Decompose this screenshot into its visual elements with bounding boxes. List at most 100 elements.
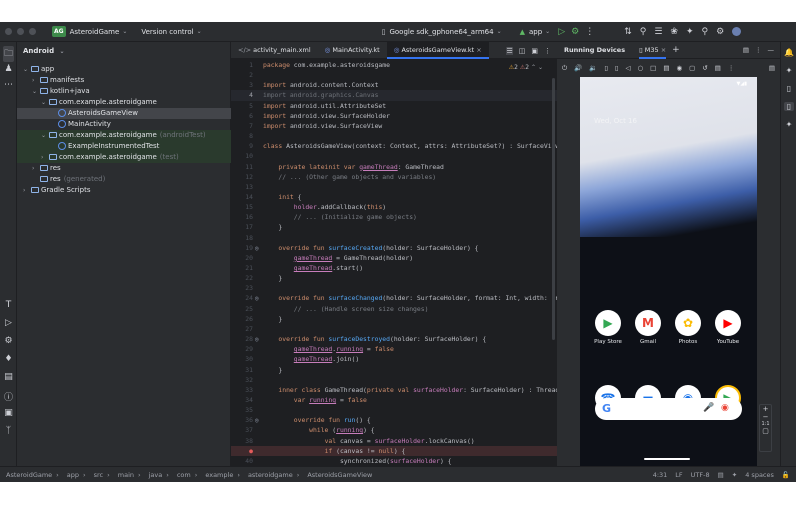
editor-tab[interactable]: </> activity_main.xml xyxy=(231,42,318,59)
tree-item[interactable]: ⌄ kotlin+java xyxy=(17,86,231,97)
volume-down-icon[interactable]: 🔉 xyxy=(589,64,597,72)
line-number[interactable]: 23 xyxy=(231,283,255,293)
line-number[interactable]: 16 xyxy=(231,212,255,222)
problems-icon[interactable]: ⓘ xyxy=(3,390,14,403)
line-number[interactable]: 30 xyxy=(231,354,255,364)
tree-item[interactable]: MainActivity xyxy=(17,119,231,130)
sparkle-icon[interactable]: ✦ xyxy=(784,120,794,129)
volume-up-icon[interactable]: 🔊 xyxy=(574,64,582,72)
gesture-handle[interactable] xyxy=(644,458,690,460)
line-number[interactable]: 25 xyxy=(231,304,255,314)
window-minimize-button[interactable] xyxy=(17,28,24,35)
lock-icon[interactable]: 🔓 xyxy=(782,471,790,479)
tree-item[interactable]: res (generated) xyxy=(17,174,231,185)
build-hammer-icon[interactable]: T xyxy=(3,300,14,310)
line-number[interactable]: 1 xyxy=(231,60,255,70)
gear-icon[interactable]: ⚙ xyxy=(716,27,724,37)
line-separator[interactable]: LF xyxy=(675,471,682,479)
tree-item[interactable]: ExampleInstrumentedTest xyxy=(17,141,231,152)
line-number[interactable]: 2 xyxy=(231,70,255,80)
more-icon[interactable]: ⋮ xyxy=(755,46,762,54)
line-number[interactable]: 13 xyxy=(231,182,255,192)
app-play-store[interactable]: ▶ Play Store xyxy=(588,310,628,345)
breadcrumb-item[interactable]: main xyxy=(118,471,134,479)
terminal-icon[interactable]: ▣ xyxy=(3,408,14,418)
close-icon[interactable]: × xyxy=(661,46,666,54)
file-encoding[interactable]: UTF-8 xyxy=(691,471,710,479)
breadcrumb-item[interactable]: AsteroidsGameView xyxy=(307,471,372,479)
line-number[interactable]: 35 xyxy=(231,405,255,415)
google-lens-icon[interactable]: ◉ xyxy=(721,403,729,413)
extended-controls-icon[interactable]: ▤ xyxy=(715,64,721,72)
tree-item[interactable]: › manifests xyxy=(17,75,231,86)
line-number[interactable]: 4 xyxy=(231,90,255,100)
line-number[interactable]: 18 xyxy=(231,233,255,243)
override-icon[interactable]: ◎ xyxy=(255,335,263,344)
code-area[interactable]: 1 package com.example.asteroidsgame 2 3 impo… xyxy=(231,60,557,466)
gemini-icon[interactable]: ✦ xyxy=(784,66,794,75)
chevron-down-icon[interactable]: ⌄ xyxy=(41,130,49,141)
breadcrumb-item[interactable]: com xyxy=(177,471,191,479)
project-selector[interactable]: AsteroidGame xyxy=(70,28,120,36)
search-icon[interactable]: ⚲ xyxy=(702,27,709,37)
more-icon[interactable]: ⋮ xyxy=(728,64,735,72)
line-number[interactable]: 33 xyxy=(231,385,255,395)
breadcrumb-item[interactable]: asteroidgame xyxy=(248,471,293,479)
screenshot-icon[interactable]: ◉ xyxy=(676,64,682,72)
line-number[interactable]: 37 xyxy=(231,425,255,435)
line-number[interactable]: ● xyxy=(231,446,255,456)
breadcrumb-item[interactable]: app xyxy=(67,471,79,479)
line-number[interactable]: 3 xyxy=(231,80,255,90)
google-search-bar[interactable]: G 🎤 ◉ xyxy=(595,398,742,420)
app-photos[interactable]: ✿ Photos xyxy=(668,310,708,345)
back-icon[interactable]: ◁ xyxy=(626,64,631,72)
line-number[interactable]: 29 xyxy=(231,344,255,354)
override-icon[interactable]: ◎ xyxy=(255,294,263,303)
indent-setting[interactable]: 4 spaces xyxy=(745,471,774,479)
tree-item[interactable]: ⌄ com.example.asteroidgame (androidTest) xyxy=(17,130,231,141)
code-view-icon[interactable]: ☰ xyxy=(506,46,513,55)
app-youtube[interactable]: ▶ YouTube xyxy=(708,310,748,345)
line-number[interactable]: 15 xyxy=(231,202,255,212)
rotate-left-icon[interactable]: ▯ xyxy=(604,64,608,72)
device-selector[interactable]: Google sdk_gphone64_arm64 xyxy=(389,28,493,36)
window-close-button[interactable] xyxy=(5,28,12,35)
run-icon[interactable]: ▷ xyxy=(3,318,14,328)
mirror-icon[interactable]: ▤ xyxy=(769,64,775,72)
editor-tab[interactable]: ◎ MainActivity.kt xyxy=(318,42,387,59)
avatar[interactable] xyxy=(732,27,742,36)
tree-item[interactable]: › com.example.asteroidgame (test) xyxy=(17,152,231,163)
line-number[interactable]: 32 xyxy=(231,375,255,385)
breadcrumb-item[interactable]: src xyxy=(94,471,104,479)
line-number[interactable]: 22 xyxy=(231,273,255,283)
line-number[interactable]: 17 xyxy=(231,222,255,232)
minimize-icon[interactable]: — xyxy=(768,46,775,54)
app-gmail[interactable]: M Gmail xyxy=(628,310,668,345)
line-number[interactable]: 36 xyxy=(231,415,255,425)
more-icon[interactable]: ⋮ xyxy=(544,47,551,55)
editor-tab[interactable]: ◎ AsteroidsGameView.kt × xyxy=(386,41,489,59)
home-icon[interactable]: ○ xyxy=(638,64,644,72)
version-control-menu[interactable]: Version control xyxy=(141,28,193,36)
project-view-selector[interactable]: Android ⌄ xyxy=(23,47,65,55)
tree-item[interactable]: ⌄ com.example.asteroidgame xyxy=(17,97,231,108)
chevron-right-icon[interactable]: › xyxy=(41,152,49,163)
close-icon[interactable]: × xyxy=(474,46,481,54)
run-config-selector[interactable]: app xyxy=(529,28,542,36)
split-view-icon[interactable]: ◫ xyxy=(519,47,526,55)
override-icon[interactable]: ◎ xyxy=(255,244,263,253)
line-number[interactable]: 31 xyxy=(231,365,255,375)
more-icon[interactable]: ⋮ xyxy=(585,27,594,37)
tree-item[interactable]: › Gradle Scripts xyxy=(17,185,231,196)
chevron-right-icon[interactable]: › xyxy=(32,163,40,174)
line-number[interactable]: 14 xyxy=(231,192,255,202)
line-number[interactable]: 12 xyxy=(231,172,255,182)
line-number[interactable]: 10 xyxy=(231,151,255,161)
line-number[interactable]: 8 xyxy=(231,131,255,141)
version-control-icon[interactable]: ᛉ xyxy=(3,426,14,436)
resource-manager-icon[interactable]: ♟ xyxy=(3,64,14,74)
device-manager-icon[interactable]: ▯ xyxy=(784,84,794,93)
breadcrumb-item[interactable]: example xyxy=(205,471,233,479)
chevron-down-icon[interactable]: ⌄ xyxy=(41,97,49,108)
line-number[interactable]: 11 xyxy=(231,162,255,172)
